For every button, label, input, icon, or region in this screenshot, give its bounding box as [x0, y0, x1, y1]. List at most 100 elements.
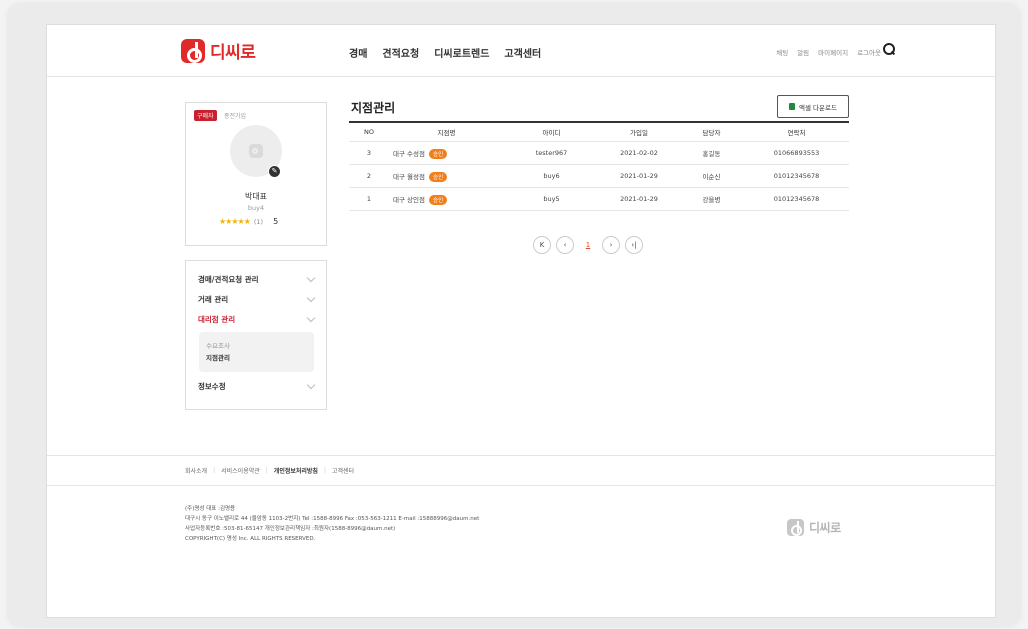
cell-manager: 홍길동	[702, 150, 721, 158]
rating-score: 5	[273, 217, 279, 226]
logo-text: 디씨로	[210, 43, 256, 63]
footer-logo: 디씨로	[787, 519, 841, 536]
cell-date: 2021-01-29	[620, 195, 658, 203]
excel-icon	[789, 103, 796, 110]
util-logout[interactable]: 로그아웃	[857, 47, 881, 57]
logo-icon	[181, 38, 205, 63]
chevron-down-icon	[306, 380, 316, 389]
cell-no: 3	[366, 149, 372, 157]
nav-quote-request[interactable]: 견적요청	[382, 45, 419, 60]
profile-id: buy4	[247, 204, 265, 212]
browser-frame: 디씨로 경매 견적요청 디씨로트렌드 고객센터 채팅 알림 마이페이지 로그아웃…	[8, 4, 1020, 626]
branch-name: 대구 월성점	[393, 172, 425, 181]
cell-id: buy5	[543, 195, 560, 203]
sidemenu-label: 정보수정	[198, 381, 226, 391]
agency-submenu: 수요조사 지점관리	[199, 332, 314, 372]
column-header: 지점명	[437, 129, 456, 137]
footer-logo-text: 디씨로	[809, 521, 841, 535]
sidemenu-label: 거래 관리	[198, 294, 229, 304]
main-nav: 경매 견적요청 디씨로트렌드 고객센터	[349, 45, 541, 60]
branch-table: NO 지점명 아이디 가입일 담당자 연락처 3 대구 수성점 승인 teste…	[349, 121, 849, 211]
footer-company-info: (주)명성 대표 :김명용 대구시 동구 이노밸리로 44 (율암동 1103-…	[185, 504, 479, 544]
buyer-badge: 구매자	[194, 110, 217, 121]
util-notifications[interactable]: 알림	[797, 47, 809, 57]
first-page-button[interactable]: K	[533, 236, 551, 254]
excel-download-button[interactable]: 엑셀 다운로드	[777, 95, 849, 118]
cell-branch: 대구 월성점 승인	[389, 171, 504, 182]
divider: |	[213, 467, 216, 474]
sidemenu-auction-management[interactable]: 경매/견적요청 관리	[198, 269, 316, 289]
cell-no: 1	[366, 195, 372, 203]
cell-id: tester967	[535, 149, 568, 157]
nav-customer-center[interactable]: 고객센터	[504, 45, 541, 60]
cell-manager: 이순신	[702, 173, 721, 181]
footer-link-support[interactable]: 고객센터	[332, 466, 354, 475]
cell-id: buy6	[543, 172, 560, 180]
logo-icon	[787, 519, 804, 536]
footer-links: 회사소개 | 서비스이용약관 | 개인정보처리방침 | 고객센터	[47, 455, 995, 486]
side-menu: 경매/견적요청 관리 거래 관리 대리점 관리 수요조사 지점관리 정보수정	[185, 260, 327, 410]
footer-info-line: (주)명성 대표 :김명용	[185, 506, 236, 512]
profile-name: 박대표	[244, 192, 268, 201]
utility-nav: 채팅 알림 마이페이지 로그아웃	[776, 47, 881, 57]
submenu-branch-management[interactable]: 지점관리	[206, 352, 307, 364]
cell-branch: 대구 상인점 승인	[389, 194, 504, 205]
site-logo[interactable]: 디씨로	[181, 38, 256, 63]
sidemenu-label: 대리점 관리	[198, 314, 236, 324]
submenu-demand-survey[interactable]: 수요조사	[206, 340, 307, 352]
last-page-button[interactable]: ›|	[625, 236, 643, 254]
column-header: 담당자	[702, 129, 721, 137]
sidemenu-edit-info[interactable]: 정보수정	[198, 376, 316, 396]
table-row[interactable]: 2 대구 월성점 승인 buy6 2021-01-29 이순신 01012345…	[349, 165, 849, 188]
footer-link-company[interactable]: 회사소개	[185, 466, 207, 475]
footer-info-line: 사업자등록번호 :503-81-65147 개인정보관리책임자 :최원자(158…	[185, 526, 396, 532]
cell-tel: 01012345678	[773, 195, 820, 203]
column-header: 아이디	[542, 129, 561, 137]
nav-auction[interactable]: 경매	[349, 45, 367, 60]
prev-page-button[interactable]: ‹	[556, 236, 574, 254]
avatar-placeholder-icon	[249, 144, 263, 158]
page-title: 지점관리	[351, 101, 396, 115]
sidemenu-trade-management[interactable]: 거래 관리	[198, 289, 316, 309]
column-header: NO	[364, 128, 374, 136]
search-icon[interactable]	[883, 43, 895, 55]
sidemenu-label: 경매/견적요청 관리	[198, 274, 259, 284]
profile-card: 구매자 종전가입 ✎ 박대표 buy4 ★★★★★ (1) 5	[185, 102, 327, 246]
cell-tel: 01066893553	[773, 149, 820, 157]
nav-trend[interactable]: 디씨로트렌드	[434, 45, 489, 60]
cell-manager: 강을병	[702, 196, 721, 204]
cell-date: 2021-01-29	[620, 172, 658, 180]
divider: |	[265, 467, 268, 474]
cell-date: 2021-02-02	[620, 149, 658, 157]
footer-link-privacy[interactable]: 개인정보처리방침	[274, 466, 318, 475]
edit-profile-button[interactable]: ✎	[268, 165, 281, 178]
excel-download-label: 엑셀 다운로드	[799, 103, 837, 112]
util-mypage[interactable]: 마이페이지	[818, 47, 848, 57]
chevron-down-icon	[306, 293, 316, 302]
table-header-row: NO 지점명 아이디 가입일 담당자 연락처	[349, 123, 849, 142]
cell-no: 2	[366, 172, 372, 180]
footer-info-line: COPYRIGHT(C) 명성 Inc. ALL RIGHTS RESERVED…	[185, 536, 316, 542]
member-type: 종전가입	[224, 113, 247, 120]
approved-badge: 승인	[429, 171, 448, 182]
column-header: 가입일	[630, 129, 648, 137]
cell-tel: 01012345678	[773, 172, 820, 180]
branch-name: 대구 상인점	[393, 195, 425, 204]
table-row[interactable]: 3 대구 수성점 승인 tester967 2021-02-02 홍길동 010…	[349, 142, 849, 165]
util-chat[interactable]: 채팅	[776, 47, 788, 57]
page-number[interactable]: 1	[579, 241, 597, 249]
star-rating-icon: ★★★★★	[219, 217, 251, 226]
footer-link-terms[interactable]: 서비스이용약관	[221, 466, 260, 475]
approved-badge: 승인	[429, 194, 448, 205]
chevron-down-icon	[306, 313, 316, 322]
next-page-button[interactable]: ›	[602, 236, 620, 254]
pagination: K ‹ 1 › ›|	[533, 236, 643, 254]
chevron-down-icon	[306, 273, 316, 282]
rating: ★★★★★ (1) 5	[219, 217, 278, 226]
footer-info-line: 대구시 동구 이노밸리로 44 (율암동 1103-2번지) Tel :1588…	[185, 516, 480, 522]
page-frame: 디씨로 경매 견적요청 디씨로트렌드 고객센터 채팅 알림 마이페이지 로그아웃…	[46, 24, 996, 618]
divider: |	[323, 467, 326, 474]
cell-branch: 대구 수성점 승인	[389, 148, 504, 159]
table-row[interactable]: 1 대구 상인점 승인 buy5 2021-01-29 강을병 01012345…	[349, 188, 849, 211]
sidemenu-agency-management[interactable]: 대리점 관리	[198, 309, 316, 329]
